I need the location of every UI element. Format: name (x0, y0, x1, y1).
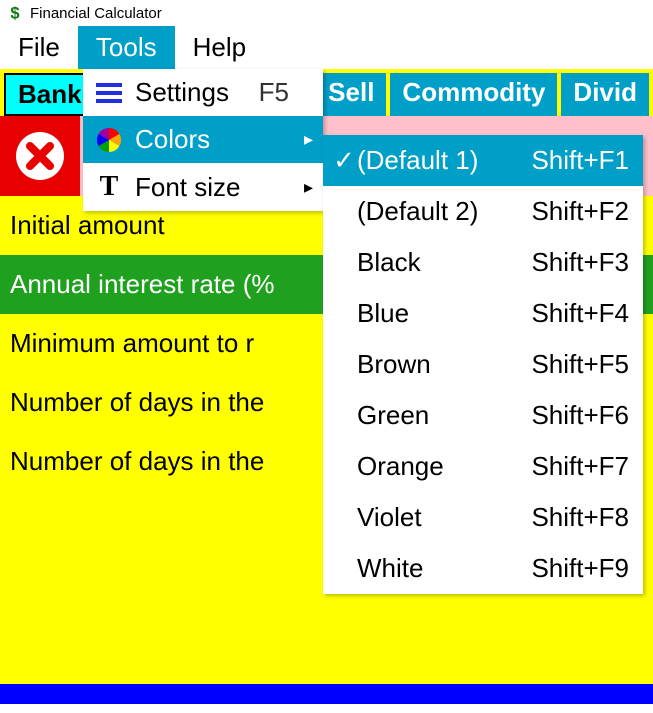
bottom-bar (0, 684, 653, 704)
color-option-label: Orange (357, 451, 531, 482)
hamburger-icon (93, 81, 125, 105)
close-button[interactable] (0, 116, 80, 196)
menu-tools[interactable]: Tools (78, 26, 175, 69)
svg-text:$: $ (10, 4, 19, 22)
app-dollar-icon: $ (6, 4, 24, 22)
color-option-shortcut: Shift+F6 (531, 400, 629, 431)
check-icon: ✓ (331, 145, 357, 176)
submenu-arrow-icon: ▸ (299, 129, 313, 150)
window-title: Financial Calculator (30, 5, 162, 22)
color-option-shortcut: Shift+F3 (531, 247, 629, 278)
color-option[interactable]: BlackShift+F3 (323, 237, 643, 288)
color-option[interactable]: BlueShift+F4 (323, 288, 643, 339)
color-option-label: Brown (357, 349, 531, 380)
content-area: Bank d Sell Commodity Divid Initial amou… (0, 69, 653, 704)
tools-colors[interactable]: Colors ▸ (83, 116, 323, 163)
menu-file[interactable]: File (0, 26, 78, 69)
color-option-label: White (357, 553, 531, 584)
tools-dropdown: Settings F5 Colors ▸ T Font size (83, 69, 323, 211)
tools-fontsize[interactable]: T Font size ▸ (83, 163, 323, 211)
color-option[interactable]: BrownShift+F5 (323, 339, 643, 390)
color-option-shortcut: Shift+F9 (531, 553, 629, 584)
color-option[interactable]: VioletShift+F8 (323, 492, 643, 543)
tab-bank[interactable]: Bank (4, 73, 96, 116)
tools-settings[interactable]: Settings F5 (83, 69, 323, 116)
colors-submenu: ✓(Default 1)Shift+F1(Default 2)Shift+F2B… (323, 135, 643, 594)
color-option[interactable]: (Default 2)Shift+F2 (323, 186, 643, 237)
color-option-label: (Default 2) (357, 196, 531, 227)
color-option-shortcut: Shift+F8 (531, 502, 629, 533)
window-titlebar: $ Financial Calculator (0, 0, 653, 26)
color-option-shortcut: Shift+F5 (531, 349, 629, 380)
color-option[interactable]: ✓(Default 1)Shift+F1 (323, 135, 643, 186)
font-size-icon: T (93, 171, 125, 203)
color-option-shortcut: Shift+F1 (531, 145, 629, 176)
color-option-label: Blue (357, 298, 531, 329)
tab-dividend[interactable]: Divid (561, 73, 649, 116)
close-icon (12, 128, 68, 184)
color-wheel-icon (93, 126, 125, 154)
tab-commodity[interactable]: Commodity (390, 73, 557, 116)
color-option[interactable]: GreenShift+F6 (323, 390, 643, 441)
tools-fontsize-label: Font size (135, 172, 289, 203)
submenu-arrow-icon: ▸ (299, 177, 313, 198)
color-option[interactable]: WhiteShift+F9 (323, 543, 643, 594)
color-option-label: Black (357, 247, 531, 278)
color-option-label: Violet (357, 502, 531, 533)
menu-help[interactable]: Help (175, 26, 264, 69)
menubar: File Tools Help (0, 26, 653, 69)
color-option-shortcut: Shift+F4 (531, 298, 629, 329)
tools-colors-label: Colors (135, 124, 289, 155)
color-option-shortcut: Shift+F7 (531, 451, 629, 482)
tools-settings-label: Settings (135, 77, 249, 108)
tools-settings-shortcut: F5 (259, 77, 289, 108)
color-option-label: Green (357, 400, 531, 431)
color-option-shortcut: Shift+F2 (531, 196, 629, 227)
color-option-label: (Default 1) (357, 145, 531, 176)
color-option[interactable]: OrangeShift+F7 (323, 441, 643, 492)
